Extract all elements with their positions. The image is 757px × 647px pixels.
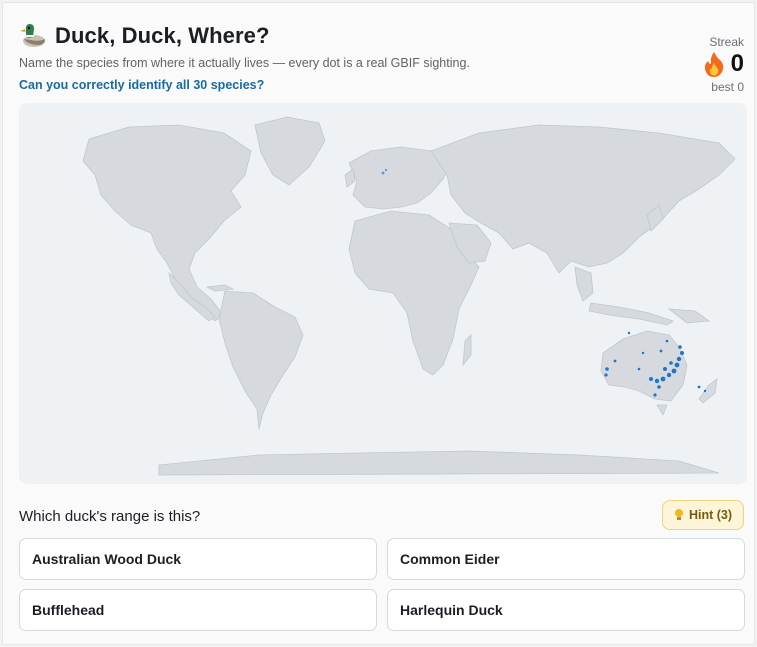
hint-label: Hint (3) [688, 508, 733, 522]
challenge-link[interactable]: Can you correctly identify all 30 specie… [19, 78, 264, 92]
range-map [19, 103, 747, 484]
answer-option[interactable]: Common Eider [387, 538, 745, 580]
britain [344, 168, 356, 188]
duck-icon [20, 24, 45, 47]
flame-icon [704, 52, 723, 77]
title-row: Duck, Duck, Where? [19, 23, 270, 49]
best-streak: best 0 [711, 80, 744, 94]
new-guinea [667, 308, 711, 324]
antarctica [158, 450, 720, 476]
page-title: Duck, Duck, Where? [55, 23, 270, 48]
answer-option[interactable]: Harlequin Duck [387, 589, 745, 631]
streak-row: 0 [703, 51, 744, 77]
new-zealand [698, 378, 718, 404]
australia [600, 330, 688, 402]
streak-value: 0 [730, 50, 744, 77]
indonesia [588, 302, 674, 326]
answer-option[interactable]: Australian Wood Duck [19, 538, 377, 580]
streak-label: Streak [709, 35, 744, 49]
south-america [218, 290, 304, 430]
answer-option[interactable]: Bufflehead [19, 589, 377, 631]
world-map [82, 116, 736, 476]
subtitle: Name the species from where it actually … [19, 56, 470, 70]
hint-button[interactable]: Hint (3) [662, 500, 744, 530]
game-card: Duck, Duck, Where? Name the species from… [2, 2, 755, 645]
lightbulb-icon [674, 509, 683, 520]
cuba [205, 284, 235, 292]
question-prompt: Which duck's range is this? [19, 508, 201, 525]
greenland [254, 116, 326, 186]
southeast-asia [574, 266, 594, 302]
tasmania [656, 404, 668, 416]
landmasses [82, 116, 736, 476]
madagascar [462, 334, 472, 367]
